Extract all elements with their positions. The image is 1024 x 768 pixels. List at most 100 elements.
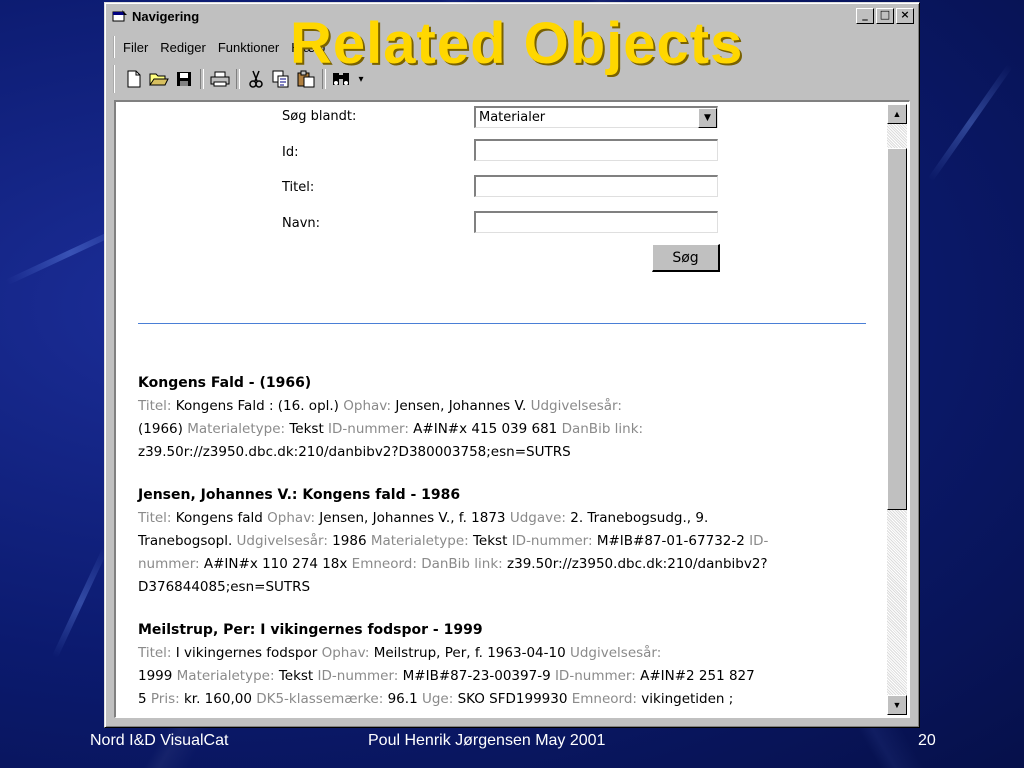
field-value: Jensen, Johannes V. <box>395 398 531 414</box>
field-value: M#IB#87-23-00397-9 <box>402 668 555 684</box>
record-line: Tranebogsopl. Udgivelsesår: 1986 Materia… <box>138 530 858 553</box>
field-value: kr. 160,00 <box>183 691 257 707</box>
field-label: DanBib link: <box>561 421 644 437</box>
field-label: Titel: <box>138 510 176 526</box>
new-file-icon[interactable] <box>123 68 145 90</box>
field-value: Meilstrup, Per, f. 1963-04-10 <box>373 645 570 661</box>
title-input[interactable] <box>474 175 718 197</box>
vertical-scrollbar[interactable]: ▲ ▼ <box>887 104 907 715</box>
minimize-button[interactable]: _ <box>856 8 874 24</box>
name-input[interactable] <box>474 211 718 233</box>
menu-funktioner[interactable]: Funktioner <box>218 40 279 55</box>
save-icon[interactable] <box>173 68 195 90</box>
field-label: nummer: <box>138 556 204 572</box>
field-label: ID-nummer: <box>328 421 414 437</box>
field-label: ID-nummer: <box>511 533 597 549</box>
field-label: Materialetype: <box>176 668 279 684</box>
page-number: 20 <box>918 732 936 749</box>
field-label: Udgivelsesår: <box>569 645 662 661</box>
field-label: Uge: <box>421 691 458 707</box>
slide-title: Related Objects <box>290 11 744 76</box>
field-value: A#IN#2 251 827 <box>640 668 755 684</box>
search-among-value: Materialer <box>479 110 546 125</box>
field-label: ID-nummer: <box>317 668 403 684</box>
footer-left: Nord I&D VisualCat <box>90 732 229 749</box>
result-record: Kongens Fald - (1966) Titel: Kongens Fald… <box>138 372 858 464</box>
field-value: z39.50r://z3950.dbc.dk:210/danbibv2? <box>507 556 768 572</box>
chevron-down-icon[interactable]: ▼ <box>698 107 717 128</box>
scroll-up-button[interactable]: ▲ <box>887 104 907 124</box>
record-heading[interactable]: Jensen, Johannes V.: Kongens fald - 1986 <box>138 484 858 507</box>
field-value: A#IN#x 110 274 18x <box>203 556 352 572</box>
field-value: (1966) <box>138 421 188 437</box>
field-label: Ophav: <box>267 510 320 526</box>
field-label: Titel: <box>138 398 176 414</box>
field-label: Udgave: <box>509 510 571 526</box>
cut-icon[interactable] <box>245 68 267 90</box>
field-value: Tekst <box>278 668 318 684</box>
field-label: Udgivelsesår: <box>530 398 622 414</box>
field-value: z39.50r://z3950.dbc.dk:210/danbibv2?D380… <box>138 444 571 460</box>
name-label: Navn: <box>282 216 321 231</box>
results-list: Kongens Fald - (1966) Titel: Kongens Fald… <box>138 372 858 717</box>
maximize-button[interactable]: □ <box>876 8 894 24</box>
window-title: Navigering <box>132 8 200 24</box>
field-label: ID-nummer: <box>554 668 641 684</box>
field-value: Tranebogsopl. <box>138 533 237 549</box>
field-label: Ophav: <box>343 398 396 414</box>
close-button[interactable]: × <box>896 8 914 24</box>
field-value: 1999 <box>138 668 177 684</box>
record-heading[interactable]: Kongens Fald - (1966) <box>138 372 858 395</box>
record-line: Titel: I vikingernes fodspor Ophav: Meil… <box>138 642 858 665</box>
field-label: Emneord: DanBib link: <box>351 556 508 572</box>
search-content: Søg blandt: Materialer ▼ Id: Titel: Navn… <box>116 102 887 717</box>
record-line: D376844085;esn=SUTRS <box>138 576 858 599</box>
field-label: Ophav: <box>321 645 374 661</box>
field-label: Materialetype: <box>187 421 290 437</box>
field-value: vikingetiden ; <box>641 691 734 707</box>
field-value: A#IN#x 415 039 681 <box>413 421 562 437</box>
result-record: Meilstrup, Per: I vikingernes fodspor - … <box>138 619 858 711</box>
field-value: Tekst <box>289 421 329 437</box>
field-label: DK5-klassemærke: <box>256 691 388 707</box>
field-value: M#IB#87-01-67732-2 <box>596 533 750 549</box>
content-frame: Søg blandt: Materialer ▼ Id: Titel: Navn… <box>114 100 910 718</box>
menu-rediger[interactable]: Rediger <box>160 40 206 55</box>
field-value: Kongens fald <box>175 510 268 526</box>
field-value: Jensen, Johannes V., f. 1873 <box>319 510 510 526</box>
field-label: Emneord: <box>571 691 642 707</box>
open-folder-icon[interactable] <box>148 68 170 90</box>
field-label: Titel: <box>138 645 176 661</box>
menu-filer[interactable]: Filer <box>123 40 148 55</box>
title-label: Titel: <box>282 180 315 195</box>
field-label: Materialetype: <box>370 533 473 549</box>
field-label: Udgivelsesår: <box>236 533 333 549</box>
id-input[interactable] <box>474 139 718 161</box>
field-value: I vikingernes fodspor <box>175 645 322 661</box>
field-value: 96.1 <box>387 691 422 707</box>
copy-icon[interactable] <box>270 68 292 90</box>
scroll-down-button[interactable]: ▼ <box>887 695 907 715</box>
field-value: Kongens Fald : (16. opl.) <box>175 398 344 414</box>
search-button[interactable]: Søg <box>652 244 720 272</box>
result-record: Jensen, Johannes V.: Kongens fald - 1986… <box>138 484 858 599</box>
record-line: Titel: Kongens Fald : (16. opl.) Ophav: … <box>138 395 858 418</box>
record-line: Titel: Kongens fald Ophav: Jensen, Johan… <box>138 507 858 530</box>
id-label: Id: <box>282 145 299 160</box>
record-heading[interactable]: Meilstrup, Per: I vikingernes fodspor - … <box>138 619 858 642</box>
record-line: nummer: A#IN#x 110 274 18x Emneord: DanB… <box>138 553 858 576</box>
record-line: (1966) Materialetype: Tekst ID-nummer: A… <box>138 418 858 441</box>
field-value: 2. Tranebogsudg., 9. <box>570 510 709 526</box>
field-value: 5 <box>138 691 151 707</box>
scroll-thumb[interactable] <box>887 148 907 510</box>
field-value: SKO SFD199930 <box>457 691 572 707</box>
record-line: 1999 Materialetype: Tekst ID-nummer: M#I… <box>138 665 858 688</box>
print-icon[interactable] <box>209 68 231 90</box>
record-line: z39.50r://z3950.dbc.dk:210/danbibv2?D380… <box>138 441 858 464</box>
search-among-label: Søg blandt: <box>282 109 357 124</box>
app-icon <box>112 9 128 23</box>
field-value: 1986 <box>332 533 371 549</box>
divider <box>138 323 866 324</box>
search-among-select[interactable]: Materialer ▼ <box>474 106 718 128</box>
field-label: Pris: <box>150 691 184 707</box>
